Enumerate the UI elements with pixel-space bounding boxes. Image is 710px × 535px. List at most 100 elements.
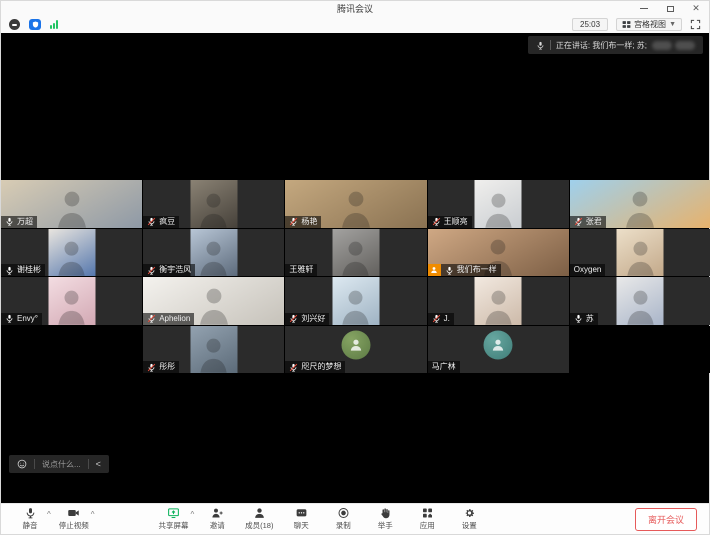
- participant-avatar: [484, 331, 513, 360]
- participant-video: [475, 180, 522, 228]
- raise-hand-icon: [378, 507, 393, 519]
- participant-label: 咫尺的梦想: [285, 361, 345, 373]
- mic-on-icon: [5, 314, 14, 323]
- participant-name: 咫尺的梦想: [301, 362, 341, 372]
- participant-tile[interactable]: Aphelion: [143, 277, 284, 325]
- chevron-up-icon[interactable]: ^: [47, 510, 51, 519]
- toolbar-button-settings[interactable]: 设置: [450, 507, 488, 531]
- status-left: [9, 19, 58, 30]
- participant-name: 疯豆: [159, 217, 175, 227]
- chat-input-placeholder[interactable]: 说点什么...: [42, 459, 81, 470]
- participant-tile[interactable]: Oxygen: [570, 229, 710, 277]
- microphone-icon: [23, 507, 38, 519]
- participant-tile[interactable]: 万超: [1, 180, 142, 228]
- network-signal-icon[interactable]: [50, 20, 58, 29]
- participant-name: 彤彤: [159, 362, 175, 372]
- toolbar-button-apps[interactable]: 应用: [408, 507, 446, 531]
- participant-tile[interactable]: 我们布一样: [428, 229, 569, 277]
- toolbar-button-members[interactable]: 成员(18): [240, 507, 278, 531]
- label-body: Envy°: [1, 313, 42, 325]
- leave-meeting-button[interactable]: 离开会议: [635, 508, 697, 531]
- blurred-speaker-names: [652, 41, 695, 50]
- meeting-info-icon[interactable]: [9, 19, 20, 30]
- participant-tile[interactable]: 刘兴好: [285, 277, 426, 325]
- participant-label: 谢桂彬: [1, 264, 45, 276]
- participant-name: 我们布一样: [457, 265, 497, 275]
- participant-tile[interactable]: 王顺亮: [428, 180, 569, 228]
- share-screen-icon: [166, 507, 181, 519]
- label-body: 谢桂彬: [1, 264, 45, 276]
- toolbar-button-camera[interactable]: 停止视频: [55, 507, 93, 531]
- empty-grid-cell: [570, 326, 710, 374]
- participant-video: [190, 180, 237, 228]
- toolbar-button-raise-hand[interactable]: 举手: [366, 507, 404, 531]
- participant-tile[interactable]: 疯豆: [143, 180, 284, 228]
- toolbar-button-chat[interactable]: 聊天: [282, 507, 320, 531]
- participant-video: [332, 229, 379, 277]
- window-controls: ✕: [639, 1, 701, 16]
- toolbar-button-label: 设置: [462, 520, 477, 531]
- chevron-up-icon[interactable]: ^: [191, 510, 195, 519]
- divider: [88, 459, 89, 469]
- label-body: 咫尺的梦想: [285, 361, 345, 373]
- participant-name: 马广林: [432, 362, 456, 372]
- participant-label: Aphelion: [143, 313, 194, 325]
- security-shield-icon[interactable]: [29, 19, 41, 30]
- participant-video: [190, 326, 237, 374]
- person-silhouette: [482, 283, 515, 325]
- person-silhouette: [197, 234, 230, 276]
- label-body: Oxygen: [570, 264, 606, 276]
- participant-tile[interactable]: 咫尺的梦想: [285, 326, 426, 374]
- toolbar-button-label: 停止视频: [59, 520, 89, 531]
- participant-label: 张君: [570, 216, 606, 228]
- quick-chat-bar[interactable]: 说点什么... <: [9, 455, 109, 473]
- participant-name: 杨艳: [301, 217, 317, 227]
- participant-tile[interactable]: J.: [428, 277, 569, 325]
- close-button[interactable]: ✕: [691, 4, 701, 14]
- fullscreen-icon[interactable]: [690, 19, 701, 30]
- mic-muted-icon: [574, 217, 583, 226]
- participant-tile[interactable]: 杨艳: [285, 180, 426, 228]
- mic-muted-icon: [147, 266, 156, 275]
- participant-tile[interactable]: 彤彤: [143, 326, 284, 374]
- bottom-toolbar: 静音^停止视频^共享屏幕^邀请成员(18)聊天录制举手应用设置离开会议: [1, 503, 709, 534]
- toolbar-button-invite[interactable]: 邀请: [198, 507, 236, 531]
- person-silhouette: [22, 186, 121, 228]
- participant-name: 王顺亮: [444, 217, 468, 227]
- participant-tile[interactable]: 张君: [570, 180, 710, 228]
- mic-muted-icon: [289, 314, 298, 323]
- participant-name: 刘兴好: [301, 314, 325, 324]
- record-icon: [336, 507, 351, 519]
- participant-name: 衡宇浩风: [159, 265, 191, 275]
- collapse-chat-button[interactable]: <: [96, 459, 101, 469]
- view-mode-label: 宫格视图: [634, 19, 666, 30]
- mic-muted-icon: [432, 314, 441, 323]
- participant-tile[interactable]: 衡宇浩风: [143, 229, 284, 277]
- chat-icon: [294, 507, 309, 519]
- participant-label: Envy°: [1, 313, 42, 325]
- view-mode-selector[interactable]: 宫格视图 ▼: [616, 18, 682, 31]
- toolbar-button-microphone[interactable]: 静音: [11, 507, 49, 531]
- window-title: 腾讯会议: [337, 2, 373, 15]
- participant-video: [190, 229, 237, 277]
- toolbar-button-share-screen[interactable]: 共享屏幕: [155, 507, 193, 531]
- toolbar-button-record[interactable]: 录制: [324, 507, 362, 531]
- participant-label: 彤彤: [143, 361, 179, 373]
- participant-tile[interactable]: 马广林: [428, 326, 569, 374]
- label-body: Aphelion: [143, 313, 194, 325]
- maximize-button[interactable]: [665, 4, 675, 14]
- participant-tile[interactable]: Envy°: [1, 277, 142, 325]
- participant-tile[interactable]: 谢桂彬: [1, 229, 142, 277]
- label-body: 彤彤: [143, 361, 179, 373]
- person-silhouette: [340, 283, 373, 325]
- emoji-smiley-icon[interactable]: [17, 459, 27, 469]
- participant-name: 张君: [586, 217, 602, 227]
- invite-icon: [210, 507, 225, 519]
- minimize-button[interactable]: [639, 4, 649, 14]
- participant-tile[interactable]: 王雅轩: [285, 229, 426, 277]
- participant-label: 王顺亮: [428, 216, 472, 228]
- participant-label: 疯豆: [143, 216, 179, 228]
- chevron-up-icon[interactable]: ^: [91, 510, 95, 519]
- participant-tile[interactable]: 苏: [570, 277, 710, 325]
- toolbar-button-label: 录制: [336, 520, 351, 531]
